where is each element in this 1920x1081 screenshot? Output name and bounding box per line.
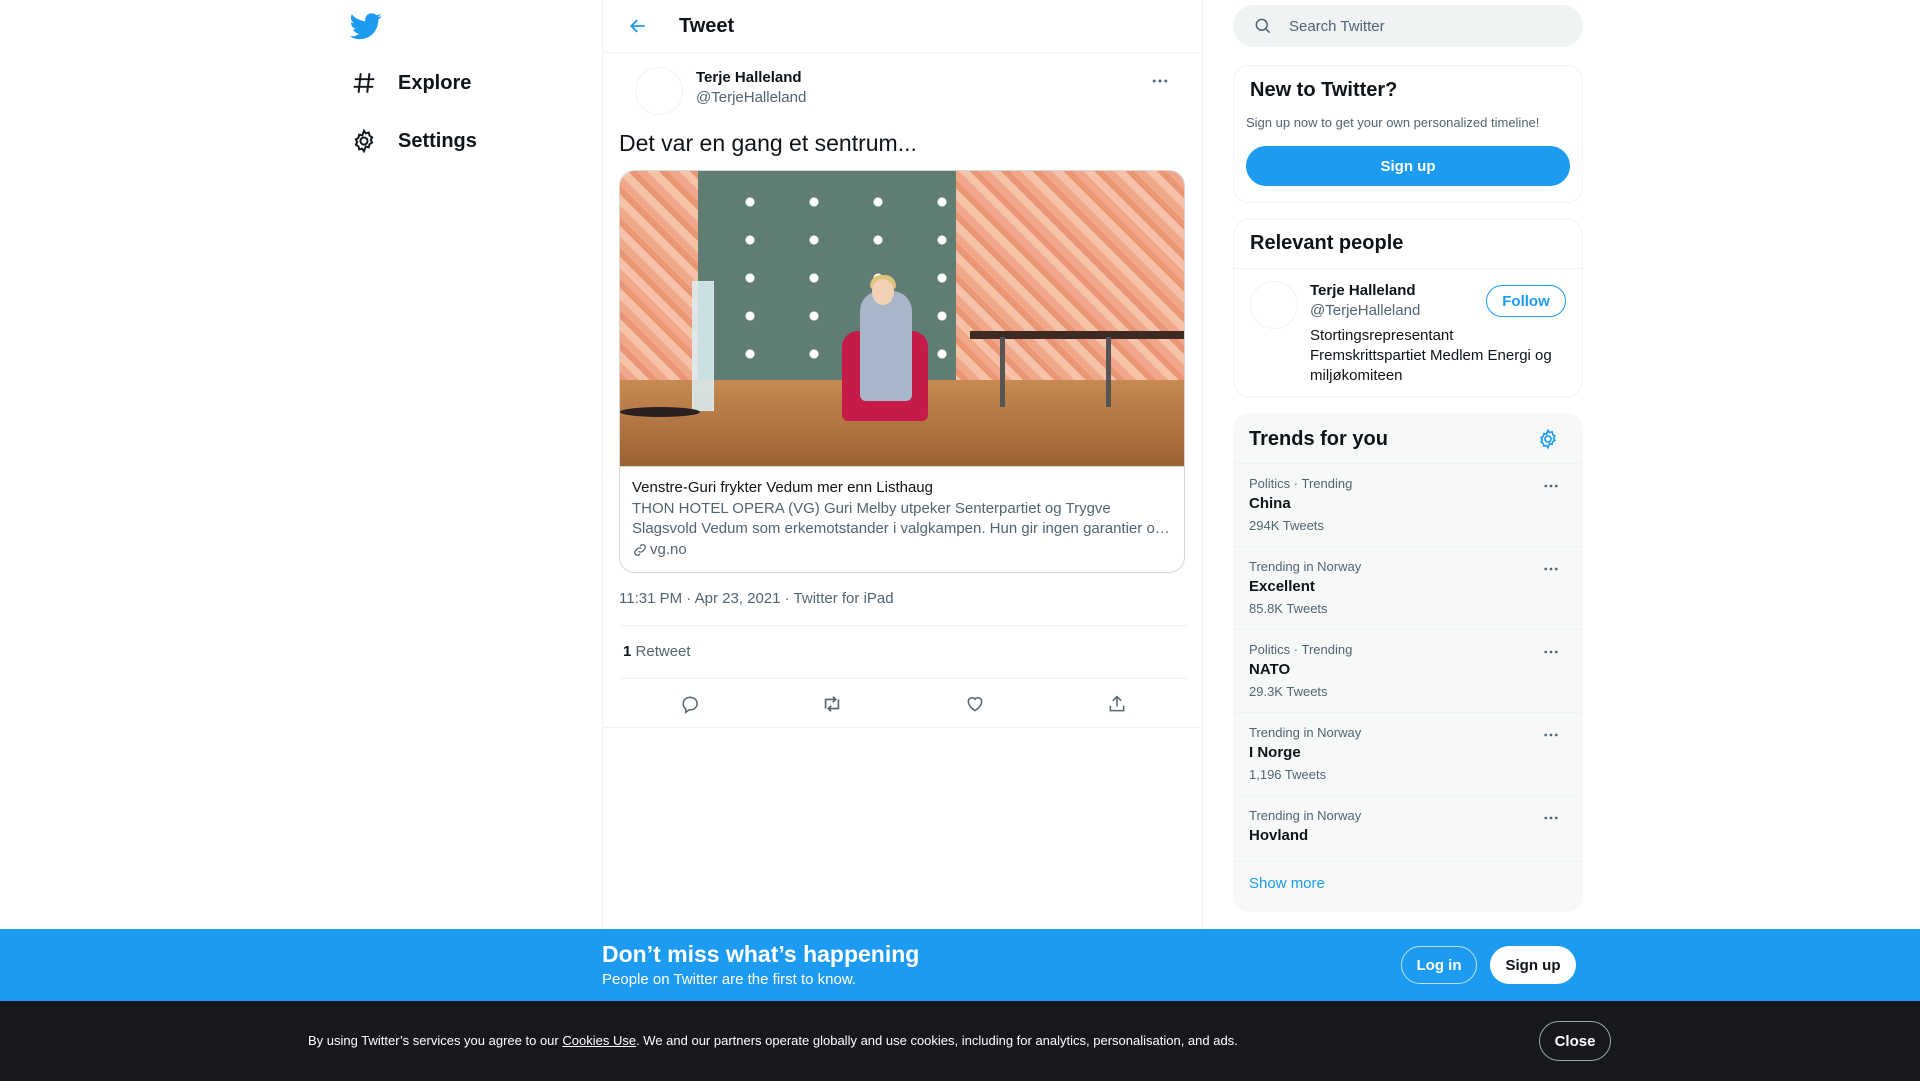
retweet-count: 1 [623,643,632,660]
trend-name: China [1249,495,1291,512]
main-column: Tweet Terje Halleland @TerjeHalleland De… [602,0,1203,930]
trend-item[interactable]: Politics · Trending NATO 29.3K Tweets [1233,629,1583,712]
cookie-text: By using Twitter’s services you agree to… [308,1033,1238,1048]
sidebar-signup-button[interactable]: Sign up [1246,146,1570,186]
search-input[interactable] [1289,17,1569,35]
login-button[interactable]: Log in [1401,946,1477,984]
search-icon [1255,18,1271,34]
gear-icon [350,127,378,155]
trends-panel: Trends for you Politics · Trending China… [1233,413,1583,912]
new-to-twitter-subtitle: Sign up now to get your own personalized… [1246,115,1540,130]
cookie-text-before: By using Twitter’s services you agree to… [308,1033,563,1048]
trend-name: Excellent [1249,578,1315,595]
main-header: Tweet [603,0,1202,53]
nav-settings-label: Settings [398,129,477,152]
avatar[interactable] [1250,281,1298,329]
person-handle[interactable]: @TerjeHalleland [1310,302,1420,319]
person-bio: Stortingsrepresentant Fremskrittspartiet… [1310,327,1552,384]
trend-count: 29.3K Tweets [1249,684,1328,699]
trend-name: Hovland [1249,827,1309,844]
search-box[interactable] [1233,5,1583,47]
cookie-text-after: . We and our partners operate globally a… [636,1033,1238,1048]
relevant-people-panel: Relevant people Terje Halleland @TerjeHa… [1233,219,1583,397]
person-name[interactable]: Terje Halleland [1310,282,1416,299]
retweet-button[interactable] [814,686,850,722]
like-icon [967,697,983,712]
trend-item[interactable]: Trending in Norway Hovland [1233,795,1583,861]
show-more-link[interactable]: Show more [1249,875,1325,892]
card-image [620,171,1184,467]
arrow-left-icon [630,19,645,33]
share-icon [1109,695,1125,712]
trend-name: I Norge [1249,744,1301,761]
trend-context: Trending in Norway [1249,725,1362,740]
reply-button[interactable] [672,686,708,722]
trend-count: 1,196 Tweets [1249,767,1327,782]
more-dots-icon[interactable] [1539,642,1563,662]
hashtag-icon [350,69,378,97]
author-name[interactable]: Terje Halleland [696,69,802,86]
trend-count: 85.8K Tweets [1249,601,1328,616]
more-dots-icon[interactable] [1539,725,1563,745]
share-button[interactable] [1099,686,1135,722]
more-dots-icon[interactable] [1539,559,1563,579]
signup-banner: Don’t miss what’s happening People on Tw… [0,929,1920,1001]
avatar[interactable] [635,67,683,115]
new-to-twitter-title: New to Twitter? [1250,79,1398,101]
retweet-label: Retweet [635,643,691,660]
trend-context: Politics · Trending [1249,476,1353,491]
trend-count: 294K Tweets [1249,518,1324,533]
page-title: Tweet [679,14,735,37]
more-dots-icon[interactable] [1539,476,1563,496]
cookies-use-link[interactable]: Cookies Use [562,1033,636,1048]
retweet-icon [825,696,840,712]
more-dots-icon[interactable] [1539,808,1563,828]
trends-title: Trends for you [1249,428,1388,450]
tweet-author-row: Terje Halleland @TerjeHalleland [619,53,1186,121]
tweet-timestamp[interactable]: 11:31 PM · Apr 23, 2021 · Twitter for iP… [619,590,894,607]
trend-context: Trending in Norway [1249,808,1362,823]
nav-explore-label: Explore [398,71,472,94]
trend-context: Politics · Trending [1249,642,1353,657]
cookie-close-button[interactable]: Close [1539,1021,1611,1061]
banner-signup-button[interactable]: Sign up [1490,946,1576,984]
link-card[interactable]: Venstre-Guri frykter Vedum mer enn Listh… [619,170,1185,573]
banner-subtitle: People on Twitter are the first to know. [602,971,857,988]
nav-settings[interactable]: Settings [350,117,477,165]
retweet-stats[interactable]: 1 Retweet [623,643,691,660]
gear-icon [1540,428,1556,450]
author-handle[interactable]: @TerjeHalleland [696,89,806,106]
banner-title: Don’t miss what’s happening [602,941,920,967]
tweet-text: Det var en gang et sentrum... [619,130,917,156]
like-button[interactable] [957,686,993,722]
card-description: THON HOTEL OPERA (VG) Guri Melby utpeker… [632,500,1168,537]
more-dots-icon [1152,79,1168,83]
trends-settings-button[interactable] [1537,428,1559,450]
trend-context: Trending in Norway [1249,559,1362,574]
cookie-bar: By using Twitter’s services you agree to… [0,1001,1920,1081]
trend-item[interactable]: Trending in Norway I Norge 1,196 Tweets [1233,712,1583,795]
nav-explore[interactable]: Explore [350,59,471,107]
twitter-bird-icon[interactable] [350,10,382,42]
tweet-actions [619,686,1188,722]
reply-icon [682,696,698,714]
more-button[interactable] [1146,69,1174,93]
relevant-people-title: Relevant people [1250,232,1404,254]
card-domain: vg.no [632,541,687,558]
follow-button[interactable]: Follow [1486,285,1566,317]
trend-item[interactable]: Politics · Trending China 294K Tweets [1233,463,1583,546]
card-title: Venstre-Guri frykter Vedum mer enn Listh… [632,479,933,496]
tweet: Terje Halleland @TerjeHalleland [603,53,1202,121]
trend-item[interactable]: Trending in Norway Excellent 85.8K Tweet… [1233,546,1583,629]
link-icon [634,543,646,556]
trend-name: NATO [1249,661,1291,678]
card-domain-text: vg.no [650,541,687,558]
back-button[interactable] [620,8,656,44]
new-to-twitter-panel: New to Twitter? Sign up now to get your … [1233,65,1583,203]
